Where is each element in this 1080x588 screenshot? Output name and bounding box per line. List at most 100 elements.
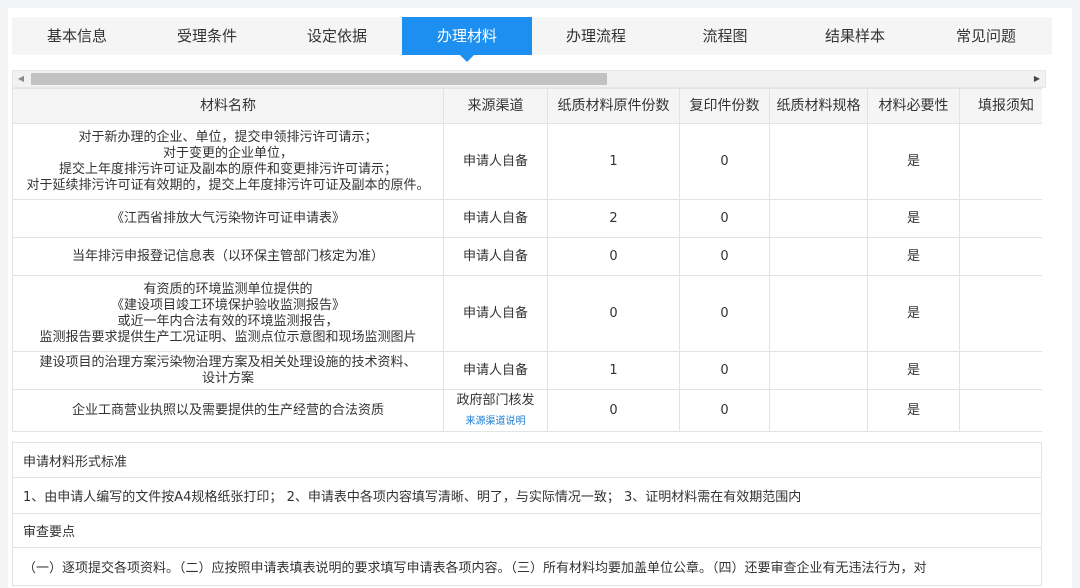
tab-process[interactable]: 办理流程 (532, 17, 660, 55)
tab-label: 结果样本 (824, 27, 885, 45)
materials-table-container: 材料名称 来源渠道 纸质材料原件份数 复印件份数 纸质材料规格 材料必要性 填报… (12, 88, 1042, 434)
copy-count-cell: 0 (679, 123, 770, 200)
col-header-source: 来源渠道 (443, 88, 548, 124)
col-header-spec: 纸质材料规格 (769, 88, 868, 124)
material-name-line: 建设项目的治理方案污染物治理方案及相关处理设施的技术资料、 (39, 354, 417, 370)
note-cell (959, 351, 1042, 390)
required-cell: 是 (867, 351, 960, 390)
col-header-material-name: 材料名称 (12, 88, 444, 124)
required-cell: 是 (867, 199, 960, 238)
table-row: 对于新办理的企业、单位，提交申领排污许可请示； 对于变更的企业单位， 提交上年度… (12, 123, 1042, 200)
original-count-cell: 0 (547, 237, 680, 276)
tab-label: 常见问题 (955, 27, 1016, 45)
required-cell: 是 (867, 389, 960, 432)
review-text-row: （一）逐项提交各项资料。（二）应按照申请表填表说明的要求填写申请表各项内容。（三… (12, 548, 1042, 586)
material-name-line: 《江西省排放大气污染物许可证申请表》 (110, 210, 345, 226)
material-name-line: 对于变更的企业单位， (162, 145, 293, 161)
form-standard-text-row: 1、由申请人编写的文件按A4规格纸张打印； 2、申请表中各项内容填写清晰、明了，… (12, 478, 1042, 514)
spec-cell (769, 199, 868, 238)
required-cell: 是 (867, 237, 960, 276)
table-row: 建设项目的治理方案污染物治理方案及相关处理设施的技术资料、 设计方案 申请人自备… (12, 351, 1042, 390)
spec-cell (769, 275, 868, 352)
original-count-cell: 2 (547, 199, 680, 238)
scroll-right-arrow-icon[interactable]: ▶ (1029, 71, 1045, 87)
material-name-line: 对于延续排污许可证有效期的，提交上年度排污许可证及副本的原件。 (26, 177, 430, 193)
copy-count-cell: 0 (679, 199, 770, 238)
source-explanation-link[interactable]: 来源渠道说明 (447, 415, 544, 429)
review-points-text: （一）逐项提交各项资料。（二）应按照申请表填表说明的要求填写申请表各项内容。（三… (23, 561, 927, 576)
note-cell (959, 123, 1042, 200)
tab-bar: 基本信息 受理条件 设定依据 办理材料 办理流程 流程图 结果样本 常见问题 (12, 17, 1052, 62)
source-cell: 申请人自备 (443, 275, 548, 352)
form-standard-title-row: 申请材料形式标准 (12, 442, 1042, 478)
copy-count-cell: 0 (679, 275, 770, 352)
tab-result-sample[interactable]: 结果样本 (790, 17, 920, 55)
material-name-line: 或近一年内合法有效的环境监测报告， (117, 313, 339, 329)
source-cell: 政府部门核发 来源渠道说明 (443, 389, 548, 432)
required-cell: 是 (867, 123, 960, 200)
tab-flowchart[interactable]: 流程图 (660, 17, 790, 55)
material-name-cell: 建设项目的治理方案污染物治理方案及相关处理设施的技术资料、 设计方案 (12, 351, 444, 390)
col-header-copy-count: 复印件份数 (679, 88, 770, 124)
tab-label: 基本信息 (46, 27, 107, 45)
col-header-original-count: 纸质材料原件份数 (547, 88, 680, 124)
tab-label: 受理条件 (176, 27, 237, 45)
spec-cell (769, 123, 868, 200)
note-cell (959, 275, 1042, 352)
horizontal-scrollbar[interactable]: ◀ ▶ (12, 70, 1046, 88)
material-name-line: 对于新办理的企业、单位，提交申领排污许可请示； (78, 129, 378, 145)
scroll-left-arrow-icon[interactable]: ◀ (13, 71, 29, 87)
tab-materials[interactable]: 办理材料 (402, 17, 532, 62)
copy-count-cell: 0 (679, 389, 770, 432)
tab-faq[interactable]: 常见问题 (920, 17, 1052, 55)
material-name-line: 当年排污申报登记信息表（以环保主管部门核定为准） (71, 248, 384, 264)
note-cell (959, 389, 1042, 432)
table-row: 当年排污申报登记信息表（以环保主管部门核定为准） 申请人自备 0 0 是 (12, 237, 1042, 276)
original-count-cell: 1 (547, 351, 680, 390)
copy-count-cell: 0 (679, 237, 770, 276)
material-name-cell: 对于新办理的企业、单位，提交申领排污许可请示； 对于变更的企业单位， 提交上年度… (12, 123, 444, 200)
source-cell: 申请人自备 (443, 351, 548, 390)
table-row: 企业工商营业执照以及需要提供的生产经营的合法资质 政府部门核发 来源渠道说明 0… (12, 389, 1042, 432)
table-row: 《江西省排放大气污染物许可证申请表》 申请人自备 2 0 是 (12, 199, 1042, 238)
copy-count-cell: 0 (679, 351, 770, 390)
tab-basic-info[interactable]: 基本信息 (12, 17, 142, 55)
material-name-line: 设计方案 (201, 370, 254, 386)
source-cell: 申请人自备 (443, 199, 548, 238)
tab-label: 办理材料 (436, 27, 497, 45)
material-name-cell: 当年排污申报登记信息表（以环保主管部门核定为准） (12, 237, 444, 276)
review-points-title: 审查要点 (23, 525, 76, 540)
source-cell: 申请人自备 (443, 237, 548, 276)
col-header-notes: 填报须知 (959, 88, 1042, 124)
tab-legal-basis[interactable]: 设定依据 (272, 17, 402, 55)
materials-table: 材料名称 来源渠道 纸质材料原件份数 复印件份数 纸质材料规格 材料必要性 填报… (12, 88, 1042, 432)
active-tab-caret-icon (460, 55, 474, 62)
tab-label: 设定依据 (306, 27, 367, 45)
material-name-cell: 企业工商营业执照以及需要提供的生产经营的合法资质 (12, 389, 444, 432)
tab-label: 办理流程 (565, 27, 626, 45)
material-name-cell: 《江西省排放大气污染物许可证申请表》 (12, 199, 444, 238)
required-cell: 是 (867, 275, 960, 352)
scrollbar-thumb[interactable] (31, 73, 607, 85)
review-title-row: 审查要点 (12, 514, 1042, 548)
source-cell: 申请人自备 (443, 123, 548, 200)
tab-label: 流程图 (702, 27, 748, 45)
material-name-line: 企业工商营业执照以及需要提供的生产经营的合法资质 (71, 402, 384, 418)
material-name-line: 提交上年度排污许可证及副本的原件和变更排污许可请示； (58, 161, 397, 177)
table-header-row: 材料名称 来源渠道 纸质材料原件份数 复印件份数 纸质材料规格 材料必要性 填报… (12, 88, 1042, 124)
original-count-cell: 0 (547, 275, 680, 352)
original-count-cell: 1 (547, 123, 680, 200)
tab-acceptance-conditions[interactable]: 受理条件 (142, 17, 272, 55)
col-header-required: 材料必要性 (867, 88, 960, 124)
table-row: 有资质的环境监测单位提供的 《建设项目竣工环境保护验收监测报告》 或近一年内合法… (12, 275, 1042, 352)
spec-cell (769, 351, 868, 390)
material-name-line: 《建设项目竣工环境保护验收监测报告》 (110, 297, 345, 313)
source-text: 政府部门核发 (456, 392, 535, 408)
material-name-cell: 有资质的环境监测单位提供的 《建设项目竣工环境保护验收监测报告》 或近一年内合法… (12, 275, 444, 352)
note-cell (959, 199, 1042, 238)
form-standard-title: 申请材料形式标准 (23, 454, 128, 470)
material-name-line: 监测报告要求提供生产工况证明、监测点位示意图和现场监测图片 (39, 329, 417, 345)
note-cell (959, 237, 1042, 276)
original-count-cell: 0 (547, 389, 680, 432)
material-name-line: 有资质的环境监测单位提供的 (143, 281, 313, 297)
